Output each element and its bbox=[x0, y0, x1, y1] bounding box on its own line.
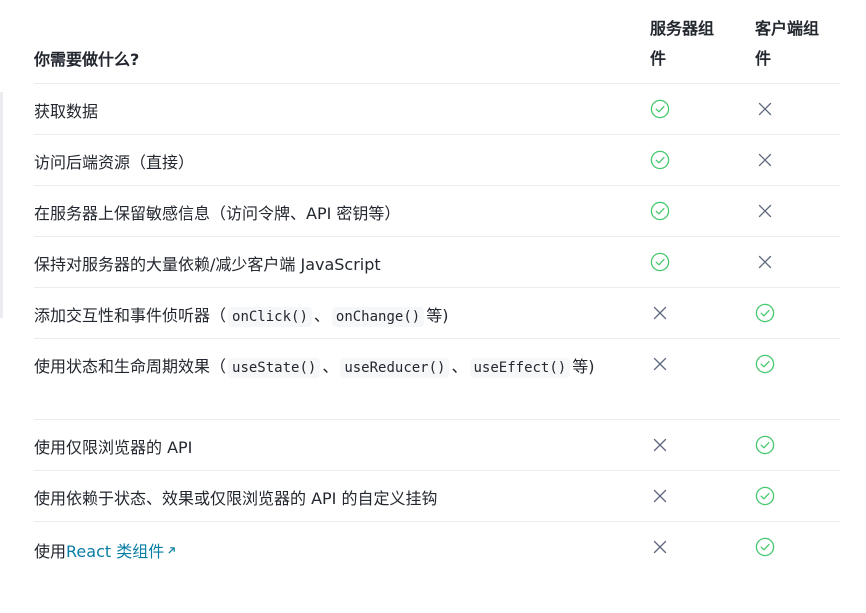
table-row: 使用React 类组件 bbox=[34, 522, 840, 572]
table-row: 访问后端资源（直接） bbox=[34, 135, 840, 186]
row-label: 使用依赖于状态、效果或仅限浏览器的 API 的自定义挂钩 bbox=[34, 489, 438, 508]
check-circle-icon bbox=[650, 150, 670, 170]
row-label: 使用React 类组件 bbox=[34, 535, 624, 567]
row-label-prefix: 使用 bbox=[34, 542, 67, 561]
x-icon bbox=[650, 303, 670, 323]
table-row: 使用仅限浏览器的 API bbox=[34, 420, 840, 471]
react-class-components-link[interactable]: React 类组件 bbox=[66, 542, 176, 561]
check-circle-icon bbox=[650, 252, 670, 272]
left-accent-rule bbox=[0, 92, 3, 318]
code-onchange: onChange() bbox=[331, 307, 425, 327]
x-icon bbox=[755, 150, 775, 170]
code-usestate: useState() bbox=[228, 358, 321, 378]
check-circle-icon bbox=[755, 354, 775, 374]
row-label-prefix: 使用状态和生命周期效果（ bbox=[34, 357, 227, 376]
x-icon bbox=[755, 252, 775, 272]
external-link-icon bbox=[167, 535, 176, 565]
table-row: 保持对服务器的大量依赖/减少客户端 JavaScript bbox=[34, 237, 840, 288]
table-row: 在服务器上保留敏感信息（访问令牌、API 密钥等） bbox=[34, 186, 840, 237]
row-label-separator: 、 bbox=[451, 357, 468, 376]
header-server-components: 服务器组件 bbox=[650, 19, 715, 68]
row-label: 在服务器上保留敏感信息（访问令牌、API 密钥等） bbox=[34, 204, 401, 223]
x-icon bbox=[650, 354, 670, 374]
comparison-table: 你需要做什么? 服务器组件 客户端组件 获取数据 访问后端资源（直接） 在服务器… bbox=[34, 0, 840, 572]
row-label: 使用状态和生命周期效果（ useState()、 useReducer()、 useE… bbox=[34, 352, 624, 383]
row-label: 添加交互性和事件侦听器（ onClick()、 onChange() 等) bbox=[34, 301, 624, 332]
code-usereducer: useReducer() bbox=[340, 358, 450, 378]
row-label-suffix: 等) bbox=[572, 357, 595, 376]
row-label-separator: 、 bbox=[322, 357, 339, 376]
row-label: 访问后端资源（直接） bbox=[34, 153, 195, 172]
x-icon bbox=[755, 99, 775, 119]
table-row: 使用依赖于状态、效果或仅限浏览器的 API 的自定义挂钩 bbox=[34, 471, 840, 522]
row-label: 使用仅限浏览器的 API bbox=[34, 438, 193, 457]
x-icon bbox=[650, 486, 670, 506]
x-icon bbox=[755, 201, 775, 221]
x-icon bbox=[650, 537, 670, 557]
check-circle-icon bbox=[650, 201, 670, 221]
check-circle-icon bbox=[755, 435, 775, 455]
row-label: 获取数据 bbox=[34, 102, 99, 121]
table-row: 使用状态和生命周期效果（ useState()、 useReducer()、 useE… bbox=[34, 339, 840, 420]
row-label-suffix: 等) bbox=[426, 306, 449, 325]
row-label-separator: 、 bbox=[313, 306, 330, 325]
table-header: 你需要做什么? 服务器组件 客户端组件 bbox=[34, 0, 840, 84]
link-label: React 类组件 bbox=[66, 542, 165, 561]
check-circle-icon bbox=[650, 99, 670, 119]
x-icon bbox=[650, 435, 670, 455]
header-client-components: 客户端组件 bbox=[755, 19, 820, 68]
table-row: 添加交互性和事件侦听器（ onClick()、 onChange() 等) bbox=[34, 288, 840, 339]
row-label: 保持对服务器的大量依赖/减少客户端 JavaScript bbox=[34, 255, 381, 274]
check-circle-icon bbox=[755, 303, 775, 323]
header-need: 你需要做什么? bbox=[34, 50, 140, 69]
code-onclick: onClick() bbox=[228, 307, 312, 327]
table-row: 获取数据 bbox=[34, 84, 840, 135]
code-useeffect: useEffect() bbox=[469, 358, 571, 378]
check-circle-icon bbox=[755, 486, 775, 506]
row-label-prefix: 添加交互性和事件侦听器（ bbox=[34, 306, 227, 325]
check-circle-icon bbox=[755, 537, 775, 557]
